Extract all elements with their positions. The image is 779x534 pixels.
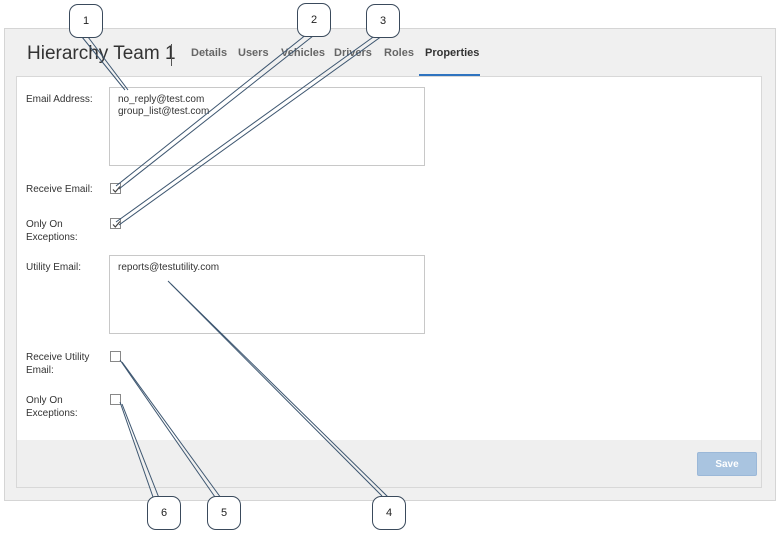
callout-marker: 2 (297, 3, 331, 37)
callout-marker: 1 (69, 4, 103, 38)
callout-marker: 6 (147, 496, 181, 530)
callout-marker: 3 (366, 4, 400, 38)
callout-marker: 5 (207, 496, 241, 530)
callout-leader-lines (81, 33, 389, 499)
callout-marker: 4 (372, 496, 406, 530)
